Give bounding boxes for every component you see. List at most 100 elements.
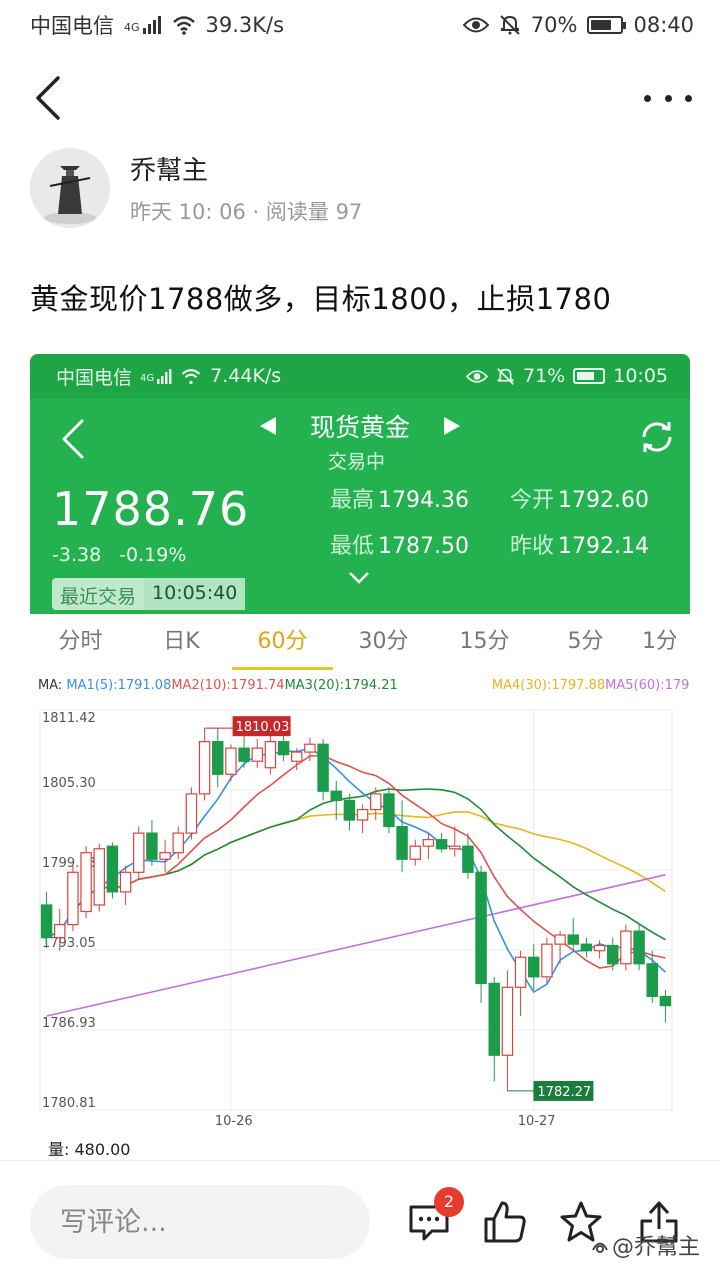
candle-up [409,845,421,860]
battery-percent: 70% [530,13,578,37]
watermark-text: @乔幫主 [612,1235,701,1260]
candle-down [330,790,342,802]
candlestick-chart: 1811.421805.301799.181793.051786.931780.… [39,709,673,1129]
avatar[interactable] [30,148,110,228]
candle-up [93,848,105,906]
network-type: 4G [124,21,140,34]
ma1-label: MA1(5):1791.08 [66,678,172,693]
candle-up [370,793,382,811]
watermark: @乔幫主 [590,1229,700,1261]
image-clock: 10:05 [613,365,668,387]
candle-up [554,934,566,945]
period-tabs: 分时 日K 60分 30分 15分 5分 1分 [30,616,690,670]
price-change: -3.38 -0.19% [52,544,186,566]
candle-up [80,852,92,913]
recent-trade-time: 10:05:40 [144,578,246,610]
image-wifi-icon [181,368,201,384]
signal-icon: 4G [124,16,162,34]
ma4-line [46,811,666,939]
stat-high: 最高 1794.36 [330,488,469,513]
clock: 08:40 [633,13,694,37]
candle-down [146,832,158,860]
candle-up [67,871,79,926]
prev-arrow-icon [260,417,276,435]
network-speed: 39.3K/s [205,13,285,37]
candle-down [277,741,290,756]
recent-trade: 最近交易 10:05:40 [52,578,246,610]
image-back-icon [62,419,84,459]
carrier-label: 中国电信 [30,14,114,38]
candle-up [54,923,66,939]
comment-input[interactable] [30,1185,370,1259]
candle-up [593,944,606,952]
candle-down [435,839,448,850]
ma-legend: MA: MA1(5):1791.08MA2(10):1791.74MA3(20)… [38,678,690,693]
watermark-logo-icon [592,1242,608,1253]
change-percent: -0.19% [119,544,187,566]
candle-up [225,747,237,775]
candle-down [659,995,672,1007]
y-tick-label: 1786.93 [42,1016,96,1031]
chevron-down-icon [349,572,369,584]
comment-count-badge: 2 [434,1187,464,1217]
volume-label: 量: 480.00 [48,1140,131,1159]
candle-down [106,845,119,893]
candle-down [475,871,487,984]
candle-down [462,845,474,873]
candle-up [159,852,171,860]
current-price: 1788.76 [52,482,250,536]
candle-down [567,934,579,945]
post-meta: 昨天 10: 06 · 阅读量 97 [130,200,363,224]
candle-down [343,799,356,821]
more-options-button[interactable] [644,78,692,118]
change-value: -3.38 [52,544,102,566]
tab-60min: 60分 [232,616,333,670]
tab-15min: 15分 [459,629,510,654]
image-battery-icon [573,368,606,384]
image-eye-icon [466,369,488,383]
candle-down [607,944,619,965]
candle-up [119,871,132,893]
battery-icon [587,16,627,34]
max-price-label: 1810.03 [236,720,290,735]
candle-up [264,741,277,769]
status-bar: 中国电信 4G 39.3K/s 70% 08:40 [0,0,720,50]
image-status-bar: 中国电信 4G 7.44K/s 71% 10:05 [30,354,690,398]
candle-down [580,943,593,952]
candle-up [172,832,184,854]
top-nav [0,60,720,136]
y-tick-label: 1793.05 [42,936,96,951]
candle-down [317,743,329,792]
post-text: 黄金现价1788做多，目标1800，止损1780 [30,282,612,316]
candle-down [40,904,53,939]
post-image[interactable]: 中国电信 4G 7.44K/s 71% 10:05 现货黄金 交易中 1788.… [30,354,690,1160]
tab-30min: 30分 [358,629,409,654]
wifi-icon [172,16,195,35]
refresh-icon [642,422,672,452]
stat-prev-close: 昨收 1792.14 [510,534,649,559]
candle-down [646,963,658,998]
eye-icon [462,17,489,33]
candle-up [449,845,461,850]
candle-down [528,956,540,978]
back-button[interactable] [30,74,70,122]
image-network-type: 4G [140,372,155,384]
y-tick-label: 1780.81 [42,1096,96,1111]
bottom-bar: 2 @乔幫主 [0,1160,720,1280]
ma3-label: MA3(20):1794.21 [284,678,398,693]
ma5-line [46,874,666,1017]
instrument-title: 现货黄金 [309,413,410,442]
candle-down [383,793,395,828]
ma-label: MA: [38,678,63,693]
candle-up [514,956,527,988]
candle-down [488,982,500,1056]
candle-up [185,793,198,834]
like-icon[interactable] [482,1199,528,1245]
x-tick-label: 10-27 [518,1114,556,1129]
candle-up [133,832,145,873]
quote-header: 中国电信 4G 7.44K/s 71% 10:05 现货黄金 交易中 1788.… [30,354,690,614]
author-name[interactable]: 乔幫主 [130,150,208,187]
candle-up [198,741,211,795]
candle-down [238,747,250,762]
mute-bell-icon [500,15,520,35]
